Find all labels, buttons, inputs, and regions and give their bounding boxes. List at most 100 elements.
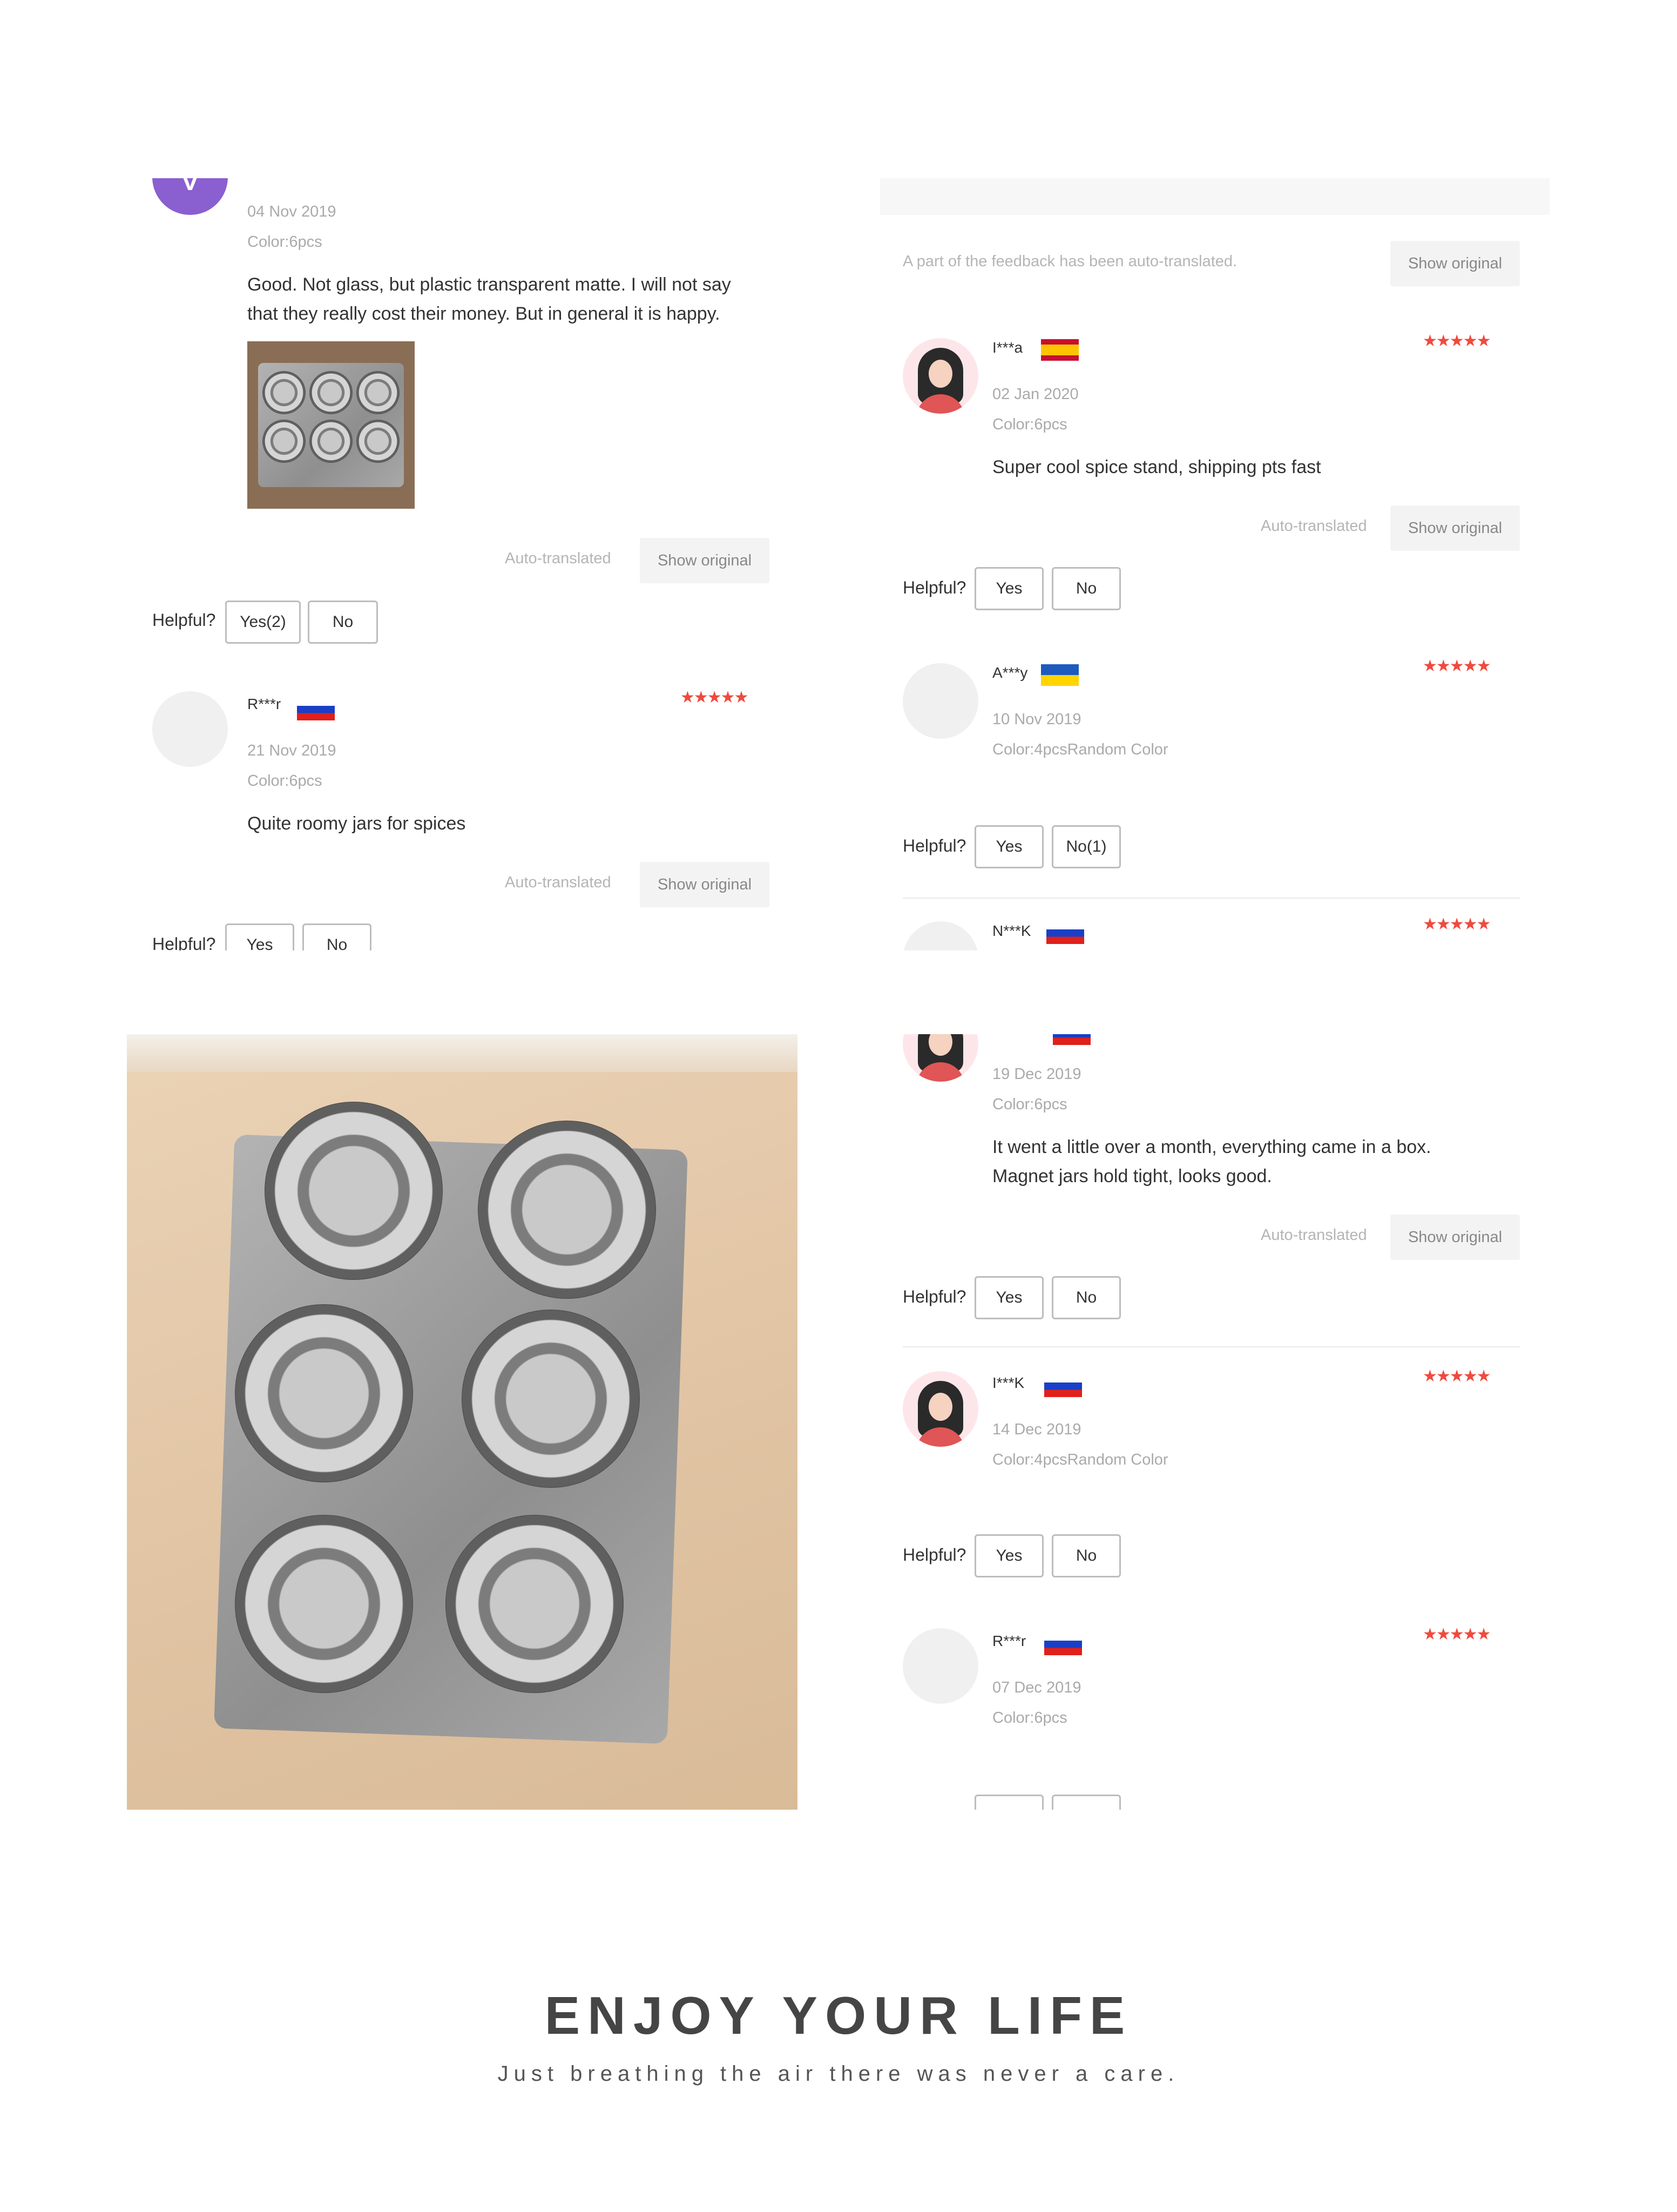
- ukraine-flag-icon: [1041, 664, 1079, 686]
- review-date: 07 Dec 2019: [992, 1679, 1081, 1696]
- helpful-yes-button[interactable]: Yes: [975, 1534, 1044, 1577]
- right-review-panel-bottom: 19 Dec 2019 Color:6pcs It went a little …: [880, 1034, 1550, 1810]
- rating-stars: ★★★★★: [1423, 1626, 1491, 1643]
- helpful-yes-button[interactable]: Yes: [225, 923, 294, 950]
- russia-flag-icon: [1046, 922, 1084, 944]
- show-original-button[interactable]: Show original: [1390, 1215, 1520, 1260]
- show-original-button[interactable]: Show original: [640, 538, 769, 583]
- avatar: [903, 1628, 978, 1704]
- helpful-no-button[interactable]: No: [308, 601, 378, 644]
- helpful-no-button[interactable]: No: [302, 923, 371, 950]
- spice-jar: [309, 420, 353, 463]
- spice-jar: [235, 1304, 413, 1482]
- review-date: 02 Jan 2020: [992, 386, 1079, 403]
- helpful-no-button[interactable]: No(1): [1052, 825, 1121, 868]
- review-text-line-1: Good. Not glass, but plastic transparent…: [247, 274, 731, 295]
- show-original-button[interactable]: Show original: [1390, 505, 1520, 551]
- review-color: Color:6pcs: [247, 233, 322, 251]
- review-color: Color:6pcs: [992, 1709, 1067, 1727]
- rating-stars: ★★★★★: [1423, 1367, 1491, 1385]
- show-original-button[interactable]: Show original: [1390, 241, 1520, 286]
- helpful-no-button[interactable]: No: [1052, 1276, 1121, 1319]
- review-color: Color:6pcs: [992, 1096, 1067, 1113]
- spain-flag-icon: [1041, 339, 1079, 361]
- helpful-label: Helpful?: [903, 578, 966, 597]
- helpful-label: Helpful?: [903, 836, 966, 855]
- spice-jar: [265, 1102, 443, 1280]
- review-text-line-2: that they really cost their money. But i…: [247, 304, 720, 324]
- reviewer-name: R***r: [992, 1633, 1026, 1649]
- review-date: 10 Nov 2019: [992, 711, 1081, 728]
- reviewer-name: R***r: [247, 696, 281, 712]
- rating-stars: ★★★★★: [1423, 657, 1491, 675]
- avatar-face: [929, 1393, 952, 1421]
- auto-translated-label: Auto-translated: [505, 550, 611, 567]
- rating-stars: ★★★★★: [680, 689, 748, 706]
- spice-jar: [262, 371, 306, 414]
- reviewer-name: A***y: [992, 664, 1028, 681]
- review-text-line-1: It went a little over a month, everythin…: [992, 1137, 1431, 1157]
- helpful-yes-button-partial[interactable]: [975, 1795, 1044, 1810]
- russia-flag-icon: [297, 699, 335, 720]
- auto-translated-label: Auto-translated: [1261, 517, 1367, 535]
- reviewer-name: I***K: [992, 1374, 1025, 1391]
- helpful-no-button[interactable]: No: [1052, 1534, 1121, 1577]
- auto-translated-label: Auto-translated: [505, 874, 611, 891]
- panel-header-strip: [880, 178, 1550, 215]
- russia-flag-icon: [1044, 1634, 1082, 1655]
- helpful-label: Helpful?: [152, 934, 216, 950]
- avatar-face: [929, 360, 952, 388]
- review-text: Super cool spice stand, shipping pts fas…: [992, 457, 1321, 477]
- helpful-yes-button[interactable]: Yes: [975, 1276, 1044, 1319]
- review-text: Quite roomy jars for spices: [247, 813, 466, 834]
- spice-jar: [356, 420, 400, 463]
- helpful-yes-button[interactable]: Yes: [975, 567, 1044, 610]
- review-date: 19 Dec 2019: [992, 1065, 1081, 1083]
- spice-jar: [356, 371, 400, 414]
- spice-jar: [262, 420, 306, 463]
- right-review-panel-top: A part of the feedback has been auto-tra…: [880, 178, 1550, 950]
- review-divider: [903, 1346, 1520, 1347]
- review-photo-thumbnail[interactable]: [247, 341, 415, 509]
- russia-flag-icon: [1044, 1375, 1082, 1397]
- avatar: [903, 663, 978, 739]
- helpful-yes-button[interactable]: Yes: [975, 825, 1044, 868]
- avatar: [152, 691, 228, 767]
- footer-title: ENJOY YOUR LIFE: [544, 1986, 1133, 2045]
- russia-flag-icon: [1053, 1034, 1091, 1045]
- product-photo[interactable]: [127, 1034, 797, 1810]
- spice-jar: [462, 1310, 640, 1488]
- helpful-yes-button[interactable]: Yes(2): [225, 601, 301, 644]
- spice-jar: [478, 1121, 656, 1299]
- review-color: Color:6pcs: [992, 416, 1067, 433]
- helpful-no-button-partial[interactable]: [1052, 1795, 1121, 1810]
- avatar: [903, 1371, 978, 1447]
- avatar: [903, 1034, 978, 1082]
- helpful-no-button[interactable]: No: [1052, 567, 1121, 610]
- show-original-button[interactable]: Show original: [640, 862, 769, 907]
- spice-jar: [309, 371, 353, 414]
- auto-translated-notice: A part of the feedback has been auto-tra…: [903, 253, 1238, 270]
- spice-jar: [235, 1515, 413, 1693]
- avatar: [903, 921, 978, 950]
- review-date: 14 Dec 2019: [992, 1421, 1081, 1438]
- review-date: 04 Nov 2019: [247, 203, 336, 220]
- review-color: Color:6pcs: [247, 772, 322, 790]
- reviewer-name: I***a: [992, 339, 1023, 356]
- auto-translated-label: Auto-translated: [1261, 1226, 1367, 1244]
- footer-subtitle: Just breathing the air there was never a…: [497, 2062, 1180, 2086]
- wall-trim: [127, 1034, 797, 1072]
- rating-stars: ★★★★★: [1423, 332, 1491, 350]
- rating-stars: ★★★★★: [1423, 915, 1491, 933]
- helpful-label: Helpful?: [903, 1545, 966, 1564]
- spice-jar: [445, 1515, 624, 1693]
- review-text-line-2: Magnet jars hold tight, looks good.: [992, 1166, 1272, 1186]
- avatar: [903, 338, 978, 414]
- review-color: Color:4pcsRandom Color: [992, 1451, 1168, 1468]
- helpful-label: Helpful?: [903, 1287, 966, 1306]
- review-color: Color:4pcsRandom Color: [992, 741, 1168, 758]
- review-divider: [903, 898, 1520, 899]
- left-review-panel: V 04 Nov 2019 Color:6pcs Good. Not glass…: [130, 178, 799, 950]
- helpful-label: Helpful?: [152, 610, 216, 630]
- reviewer-name: N***K: [992, 922, 1031, 939]
